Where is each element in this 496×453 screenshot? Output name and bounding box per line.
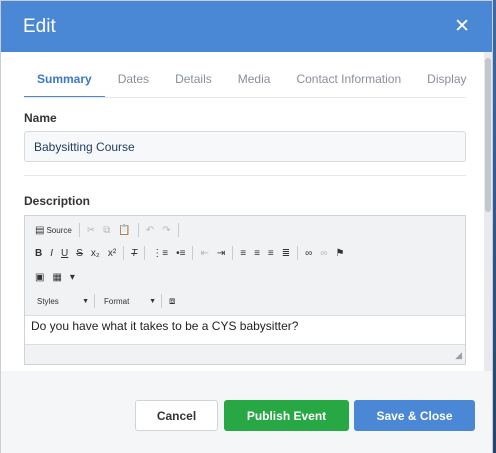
bold-button[interactable]: B xyxy=(31,243,46,263)
align-center-icon[interactable]: ≡ xyxy=(250,243,264,263)
tab-details[interactable]: Details xyxy=(162,69,225,98)
format-label: Format xyxy=(104,296,130,306)
styles-select[interactable]: Styles ▼ xyxy=(31,293,91,309)
styles-label: Styles xyxy=(37,296,59,306)
name-label: Name xyxy=(24,111,57,125)
toolbar-row-4: Styles ▼ Format ▼ ⧈ xyxy=(31,291,179,311)
bullet-list-icon[interactable]: •≡ xyxy=(172,243,189,263)
italic-button[interactable]: I xyxy=(46,243,57,263)
rich-text-editor: ▤ Source ✂ ⧉ 📋 ↶ ↷ B I U S x₂ x² T ⋮≡ •≡… xyxy=(24,215,466,365)
tab-underline xyxy=(24,97,466,98)
toolbar-separator xyxy=(78,223,80,237)
dialog-body: Summary Dates Details Media Contact Info… xyxy=(1,52,486,371)
strikethrough-button[interactable]: S xyxy=(72,243,87,263)
toolbar-separator xyxy=(94,294,95,308)
undo-icon[interactable]: ↶ xyxy=(142,220,158,240)
paste-icon[interactable]: 📋 xyxy=(114,220,134,240)
outdent-icon[interactable]: ⇤ xyxy=(196,243,212,263)
cut-icon[interactable]: ✂ xyxy=(83,220,99,240)
underline-button[interactable]: U xyxy=(57,243,72,263)
edit-dialog: Edit ✕ Summary Dates Details Media Conta… xyxy=(0,0,493,453)
indent-icon[interactable]: ⇥ xyxy=(213,243,229,263)
toolbar-separator xyxy=(192,246,194,260)
toolbar-separator xyxy=(161,294,162,308)
toolbar-row-2: B I U S x₂ x² T ⋮≡ •≡ ⇤ ⇥ ≡ ≡ ≡ ≣ ∞ ∞ ⚑ xyxy=(31,243,348,263)
redo-icon[interactable]: ↷ xyxy=(158,220,174,240)
show-blocks-icon[interactable]: ⧈ xyxy=(165,291,179,311)
source-icon: ▤ xyxy=(35,224,45,236)
table-icon[interactable]: ▦ xyxy=(48,267,65,287)
unlink-icon[interactable]: ∞ xyxy=(316,243,331,263)
remove-format-button[interactable]: T xyxy=(127,243,141,263)
align-left-icon[interactable]: ≡ xyxy=(236,243,250,263)
tab-bar: Summary Dates Details Media Contact Info… xyxy=(24,69,480,98)
toolbar-row-1: ▤ Source ✂ ⧉ 📋 ↶ ↷ xyxy=(31,220,182,240)
save-close-button[interactable]: Save & Close xyxy=(354,400,475,431)
anchor-flag-icon[interactable]: ⚑ xyxy=(331,243,348,263)
link-icon[interactable]: ∞ xyxy=(301,243,316,263)
close-icon[interactable]: ✕ xyxy=(454,17,470,36)
toolbar-separator xyxy=(297,246,299,260)
dialog-scrollbar[interactable] xyxy=(484,52,492,371)
toolbar-separator xyxy=(123,246,125,260)
toolbar-separator xyxy=(177,223,179,237)
chevron-down-icon: ▼ xyxy=(149,297,156,305)
format-select[interactable]: Format ▼ xyxy=(98,293,158,309)
align-justify-icon[interactable]: ≣ xyxy=(278,243,294,263)
scrollbar-thumb[interactable] xyxy=(485,58,491,212)
source-button[interactable]: ▤ Source xyxy=(31,220,76,240)
copy-icon[interactable]: ⧉ xyxy=(99,220,114,240)
align-right-icon[interactable]: ≡ xyxy=(264,243,278,263)
description-label: Description xyxy=(24,194,91,208)
numbered-list-icon[interactable]: ⋮≡ xyxy=(148,243,172,263)
dialog-footer: Cancel Publish Event Save & Close xyxy=(1,371,492,453)
toolbar-separator xyxy=(144,246,146,260)
cancel-button[interactable]: Cancel xyxy=(135,400,218,431)
editor-content[interactable]: Do you have what it takes to be a CYS ba… xyxy=(25,315,465,345)
tab-summary[interactable]: Summary xyxy=(24,69,105,98)
tab-media[interactable]: Media xyxy=(225,69,284,98)
dialog-title: Edit xyxy=(23,15,56,37)
chevron-down-icon: ▼ xyxy=(82,297,89,305)
publish-event-button[interactable]: Publish Event xyxy=(224,400,349,431)
superscript-button[interactable]: x² xyxy=(104,243,120,263)
subscript-button[interactable]: x₂ xyxy=(87,243,104,263)
insert-dropdown-chevron-icon[interactable]: ▾ xyxy=(66,267,79,287)
name-field[interactable]: Babysitting Course xyxy=(24,131,466,162)
section-divider xyxy=(24,175,466,176)
toolbar-separator xyxy=(137,223,139,237)
toolbar-row-3: ▣ ▦ ▾ xyxy=(31,267,79,287)
name-value: Babysitting Course xyxy=(34,139,135,154)
image-icon[interactable]: ▣ xyxy=(31,267,48,287)
dialog-header: Edit ✕ xyxy=(1,1,492,52)
tab-contact-information[interactable]: Contact Information xyxy=(283,69,414,98)
toolbar-separator xyxy=(232,246,234,260)
tab-dates[interactable]: Dates xyxy=(105,69,162,98)
tab-display[interactable]: Display xyxy=(414,69,479,98)
resize-handle-icon[interactable]: ◢ xyxy=(455,350,462,361)
source-label: Source xyxy=(46,225,72,235)
